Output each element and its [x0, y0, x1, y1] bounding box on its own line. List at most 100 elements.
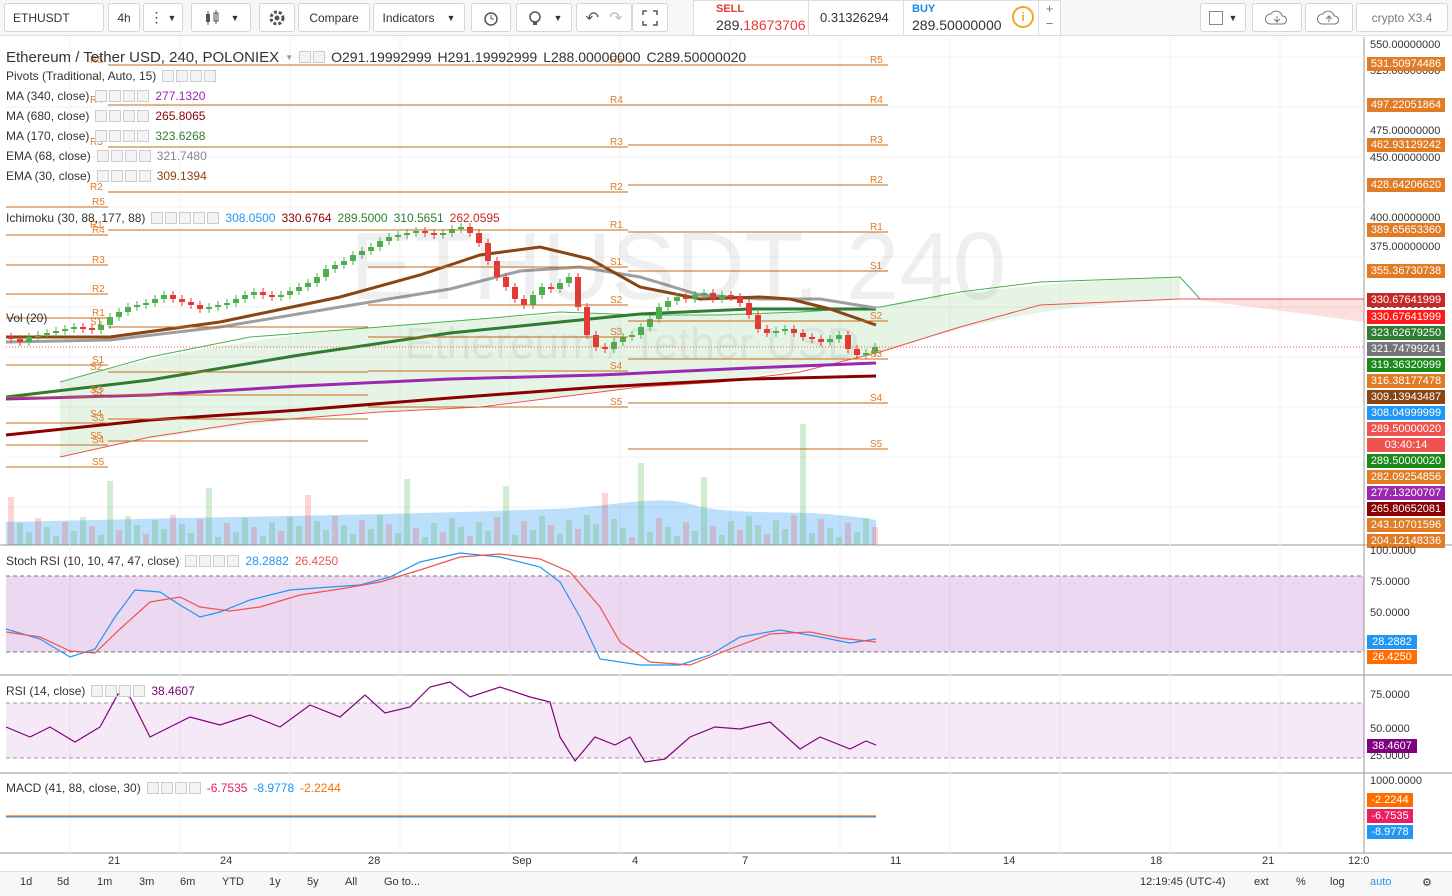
indicator-legend-row[interactable]: MA (680, close) 265.8065 [6, 107, 205, 125]
stoch-legend[interactable]: Stoch RSI (10, 10, 47, 47, close) 28.288… [6, 552, 338, 570]
plus-icon[interactable]: + [1039, 1, 1060, 16]
volume-bar [71, 531, 77, 545]
volume-label: Vol (20) [6, 311, 48, 325]
macd-price-label: -8.9778 [1367, 825, 1413, 839]
legend-actions[interactable] [91, 685, 146, 697]
range-button[interactable]: 6m [180, 876, 195, 888]
range-button[interactable]: YTD [222, 876, 244, 888]
ichimoku-span-a-value: 310.5651 [393, 211, 444, 225]
legend-actions[interactable] [185, 555, 240, 567]
volume-legend[interactable]: Vol (20) [6, 309, 47, 327]
rsi-legend[interactable]: RSI (14, close) 38.4607 [6, 682, 195, 700]
auto-toggle[interactable]: auto [1370, 876, 1391, 888]
rsi-price-label: 38.4607 [1367, 739, 1417, 753]
volume-bar [863, 518, 869, 545]
layout-name-button[interactable]: crypto X3.4 [1356, 3, 1448, 32]
candle-body [134, 305, 140, 307]
legend-actions[interactable] [95, 90, 150, 102]
ichimoku-conversion: 308.0500 [225, 211, 276, 225]
watermark-symbol: ETHUSDT, 240 [350, 213, 1007, 320]
interval-button[interactable]: 4h [108, 3, 140, 32]
fullscreen-button[interactable] [632, 3, 668, 32]
settings-icon[interactable]: ⚙ [1422, 876, 1432, 889]
square-icon [1208, 10, 1223, 25]
chart-area[interactable]: R5R4R3R2R1S1S2S3S4S5R5R4R3R2R1S1S2S3S4S5… [0, 37, 1452, 871]
chevron-down-icon[interactable]: ▼ [285, 53, 293, 62]
indicator-legend-row[interactable]: EMA (30, close) 309.1394 [6, 167, 207, 185]
price-label: 316.38177478 [1367, 374, 1445, 388]
volume-bar [242, 518, 248, 545]
drawing-color-button[interactable]: ▼ [1200, 3, 1246, 32]
range-button[interactable]: 5y [307, 876, 319, 888]
undo-icon[interactable]: ↶ [586, 8, 599, 28]
volume-bar [593, 524, 599, 545]
redo-icon[interactable]: ↷ [609, 8, 622, 28]
indicators-label: Indicators [382, 10, 435, 25]
cloud-download-icon [1264, 10, 1287, 24]
ohlc-low: L288.00000000 [543, 49, 641, 65]
settings-button[interactable] [259, 3, 295, 32]
indicator-label: Pivots (Traditional, Auto, 15) [6, 69, 157, 83]
range-button[interactable]: All [345, 876, 357, 888]
load-chart-button[interactable] [1252, 3, 1302, 32]
macd-axis-tick: 1000.0000 [1370, 775, 1422, 787]
legend-actions[interactable] [299, 51, 326, 63]
indicator-legend-row[interactable]: MA (170, close) 323.6268 [6, 127, 205, 145]
bottom-toolbar: 1d 5d 1m 3m 6m YTD 1y 5y All Go to... 12:19:45 (U… [0, 871, 1452, 896]
percent-toggle[interactable]: % [1296, 876, 1306, 888]
candle-body [305, 283, 311, 287]
legend-actions[interactable] [96, 150, 151, 162]
alert-button[interactable] [471, 3, 511, 32]
ichimoku-base: 330.6764 [281, 211, 332, 225]
interval-menu[interactable]: ⋮ ▼ [143, 3, 183, 32]
info-icon[interactable]: i [1012, 6, 1034, 28]
range-button[interactable]: 1m [97, 876, 112, 888]
stoch-d-value: 26.4250 [294, 554, 339, 568]
range-button[interactable]: 1y [269, 876, 281, 888]
pivot-label: R2 [870, 175, 883, 186]
rsi-label: RSI (14, close) [6, 684, 86, 698]
price-label: 308.04999999 [1367, 406, 1445, 420]
quantity-stepper[interactable]: + − [1038, 1, 1060, 36]
save-chart-button[interactable] [1305, 3, 1353, 32]
buy-button[interactable]: BUY 289.50000000 [903, 1, 1003, 36]
candle-body [287, 291, 293, 295]
volume-bar [872, 527, 878, 545]
ext-toggle[interactable]: ext [1254, 876, 1269, 888]
candle-body [197, 305, 203, 309]
legend-actions[interactable] [95, 110, 150, 122]
volume-bar [539, 516, 545, 545]
volume-bar [269, 522, 275, 545]
range-button[interactable]: 3m [139, 876, 154, 888]
indicators-button[interactable]: Indicators ▼ [373, 3, 465, 32]
volume-bar [44, 527, 50, 545]
ichimoku-legend[interactable]: Ichimoku (30, 88, 177, 88) 308.0500 330.… [6, 209, 500, 227]
chart-type-button[interactable]: ▼ [191, 3, 251, 32]
range-button[interactable]: 5d [57, 876, 69, 888]
range-button[interactable]: Go to... [384, 876, 420, 888]
indicator-legend-row[interactable]: MA (340, close) 277.1320 [6, 87, 205, 105]
cloud-upload-icon [1316, 10, 1339, 24]
legend-actions[interactable] [96, 170, 151, 182]
legend-actions[interactable] [95, 130, 150, 142]
volume-bar [728, 521, 734, 545]
log-toggle[interactable]: log [1330, 876, 1345, 888]
templates-button[interactable]: ▼ [516, 3, 572, 32]
sell-button[interactable]: SELL 289.18673706 [694, 1, 809, 36]
indicator-legend-row[interactable]: EMA (68, close) 321.7480 [6, 147, 207, 165]
volume-bar [602, 493, 608, 545]
range-button[interactable]: 1d [20, 876, 32, 888]
volume-bar [296, 526, 302, 545]
macd-legend[interactable]: MACD (41, 88, close, 30) -6.7535 -8.9778… [6, 779, 341, 797]
chart-canvas[interactable]: R5R4R3R2R1S1S2S3S4S5R5R4R3R2R1S1S2S3S4S5… [0, 37, 1452, 871]
legend-actions[interactable] [162, 70, 217, 82]
indicator-legend-row[interactable]: Pivots (Traditional, Auto, 15) [6, 67, 217, 85]
stoch-axis-tick: 75.0000 [1370, 576, 1410, 588]
volume-bars [6, 424, 878, 545]
minus-icon[interactable]: − [1039, 16, 1060, 31]
volume-bar [647, 532, 653, 545]
legend-actions[interactable] [146, 782, 201, 794]
legend-actions[interactable] [151, 212, 220, 224]
compare-button[interactable]: Compare [298, 3, 370, 32]
symbol-search[interactable]: ETHUSDT [4, 3, 104, 32]
